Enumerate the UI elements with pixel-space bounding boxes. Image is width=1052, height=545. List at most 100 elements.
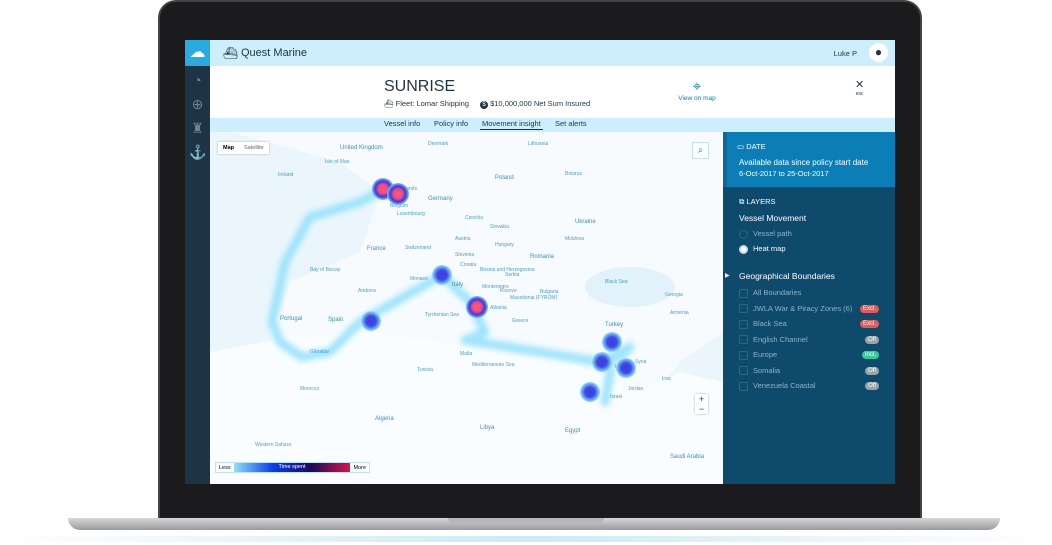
- date-section: ▭ DATE Available data since policy start…: [723, 132, 895, 187]
- boundary-badge: Excl.: [859, 304, 879, 313]
- radio-vessel-path[interactable]: Vessel path: [739, 229, 792, 239]
- boundary-item[interactable]: Venezuela Coastal: [739, 381, 816, 391]
- heat-spot: [466, 296, 488, 318]
- tab-set-alerts[interactable]: Set alerts: [555, 119, 587, 128]
- vessel-header: SUNRISE ⛴ Fleet: Lomar Shipping $ $10,00…: [210, 66, 895, 118]
- map-label: France: [367, 246, 386, 252]
- checkbox[interactable]: [739, 366, 748, 376]
- map-label: Italy: [452, 282, 464, 288]
- map-label: Turkey: [605, 322, 624, 328]
- zoom-controls: + −: [695, 394, 708, 414]
- gauge-icon[interactable]: ◔: [189, 72, 206, 89]
- heat-spot: [580, 382, 600, 402]
- map-label: Andorra: [358, 288, 376, 294]
- cloud-logo-icon[interactable]: ☁: [185, 40, 210, 66]
- boundary-label: JWLA War & Piracy Zones (6): [753, 303, 853, 313]
- checkbox[interactable]: [739, 335, 748, 345]
- map-type-map[interactable]: Map: [218, 142, 239, 154]
- boundary-badge: Off: [865, 382, 879, 390]
- map-label: Morocco: [300, 386, 320, 392]
- user-avatar-icon[interactable]: ●: [869, 43, 888, 62]
- map-label: Lithuania: [528, 141, 549, 147]
- map-label: Slovenia: [455, 252, 475, 258]
- tab-movement-insight[interactable]: Movement insight: [480, 119, 543, 130]
- boundary-badge: Off: [865, 335, 879, 344]
- boundary-item[interactable]: Black Sea: [739, 319, 787, 329]
- map-label: Armenia: [670, 310, 689, 316]
- map-view[interactable]: United Kingdom Ireland Isle of Man Denmark L…: [210, 132, 723, 484]
- expand-arrow-icon[interactable]: ▶: [725, 272, 730, 279]
- tab-vessel-info[interactable]: Vessel info: [384, 119, 420, 128]
- map-label: Jordan: [628, 386, 644, 392]
- boundary-label: English Channel: [753, 334, 808, 344]
- map-label: Slovakia: [490, 224, 509, 230]
- tab-bar: Vessel info Policy info Movement insight…: [210, 118, 895, 132]
- checkbox[interactable]: [739, 381, 748, 391]
- checkbox[interactable]: [739, 288, 748, 298]
- date-range: 6-Oct-2017 to 25-Oct-2017: [739, 169, 829, 178]
- map-type-toggle: Map Satellite: [218, 142, 269, 154]
- map-label: Switzerland: [405, 245, 431, 251]
- tab-policy-info[interactable]: Policy info: [434, 119, 468, 128]
- lighthouse-icon[interactable]: ♜: [189, 120, 206, 137]
- heat-spot: [602, 332, 622, 352]
- legend-more: More: [353, 464, 366, 471]
- close-button[interactable]: ✕ esc: [855, 78, 864, 97]
- heat-legend: Less Time spent More: [215, 462, 370, 473]
- layers-heading-label: LAYERS: [746, 197, 776, 206]
- boundary-badge: Incl.: [861, 351, 879, 359]
- zoom-in-button[interactable]: +: [695, 394, 708, 404]
- sum-insured-label: $10,000,000 Net Sum Insured: [490, 99, 591, 108]
- map-label: Kosovo: [500, 288, 517, 294]
- boundary-label: Europe: [753, 350, 778, 359]
- radio-heat-map[interactable]: Heat map: [739, 244, 786, 254]
- map-label: Algeria: [375, 416, 394, 422]
- radio-label: Vessel path: [753, 229, 792, 238]
- map-label: Monaco: [410, 276, 428, 282]
- search-icon[interactable]: ⌕: [692, 142, 709, 159]
- heat-spot: [361, 311, 381, 331]
- fleet-info: ⛴ Fleet: Lomar Shipping: [384, 99, 469, 108]
- map-label: Romania: [530, 254, 555, 260]
- map-label: Poland: [495, 175, 514, 181]
- esc-hint: esc: [855, 91, 864, 97]
- checkbox[interactable]: [739, 319, 748, 329]
- ship-icon[interactable]: ⚓: [189, 144, 206, 161]
- map-label: Black Sea: [605, 279, 628, 285]
- layers-panel: ▭ DATE Available data since policy start…: [723, 132, 895, 484]
- sidebar: ☁ ◔ ⊕ ♜ ⚓: [185, 40, 210, 484]
- heat-spot: [432, 265, 452, 285]
- boundary-item[interactable]: JWLA War & Piracy Zones (6): [739, 304, 852, 314]
- map-type-satellite[interactable]: Satellite: [239, 142, 269, 154]
- map-label: Georgia: [665, 292, 683, 298]
- boundary-item[interactable]: Europe: [739, 350, 777, 360]
- boundary-label: All Boundaries: [753, 288, 802, 297]
- top-bar: ⛴ Quest Marine Luke P ●: [210, 40, 895, 66]
- layers-heading: ⧉ LAYERS: [739, 197, 776, 207]
- heat-spot: [592, 352, 612, 372]
- layers-icon: ⧉: [739, 197, 745, 206]
- radio-selected-icon: [739, 244, 748, 254]
- map-label: Tunisia: [417, 367, 433, 373]
- view-on-map-button[interactable]: ⌖ View on map: [672, 78, 722, 102]
- boundary-label: Somalia: [753, 365, 781, 375]
- map-label: Portugal: [280, 316, 303, 322]
- map-label: Spain: [328, 317, 344, 323]
- boundary-item[interactable]: Somalia: [739, 366, 780, 376]
- globe-icon[interactable]: ⊕: [189, 96, 206, 113]
- map-label: Syria: [635, 359, 647, 365]
- laptop-notch: [448, 518, 604, 524]
- boundary-item[interactable]: English Channel: [739, 335, 808, 345]
- checkbox[interactable]: [739, 304, 748, 314]
- map-label: Belarus: [565, 171, 582, 177]
- map-label: Israel: [610, 394, 623, 400]
- map-label: Luxembourg: [397, 211, 425, 217]
- legend-gradient: Time spent: [233, 463, 351, 472]
- checkbox[interactable]: [739, 350, 748, 360]
- user-name[interactable]: Luke P: [834, 49, 857, 58]
- map-label: Malta: [460, 351, 473, 357]
- boundary-item[interactable]: All Boundaries: [739, 288, 801, 298]
- map-label: Albania: [490, 305, 507, 311]
- zoom-out-button[interactable]: −: [695, 404, 708, 414]
- map-label: Gibraltar: [310, 349, 330, 355]
